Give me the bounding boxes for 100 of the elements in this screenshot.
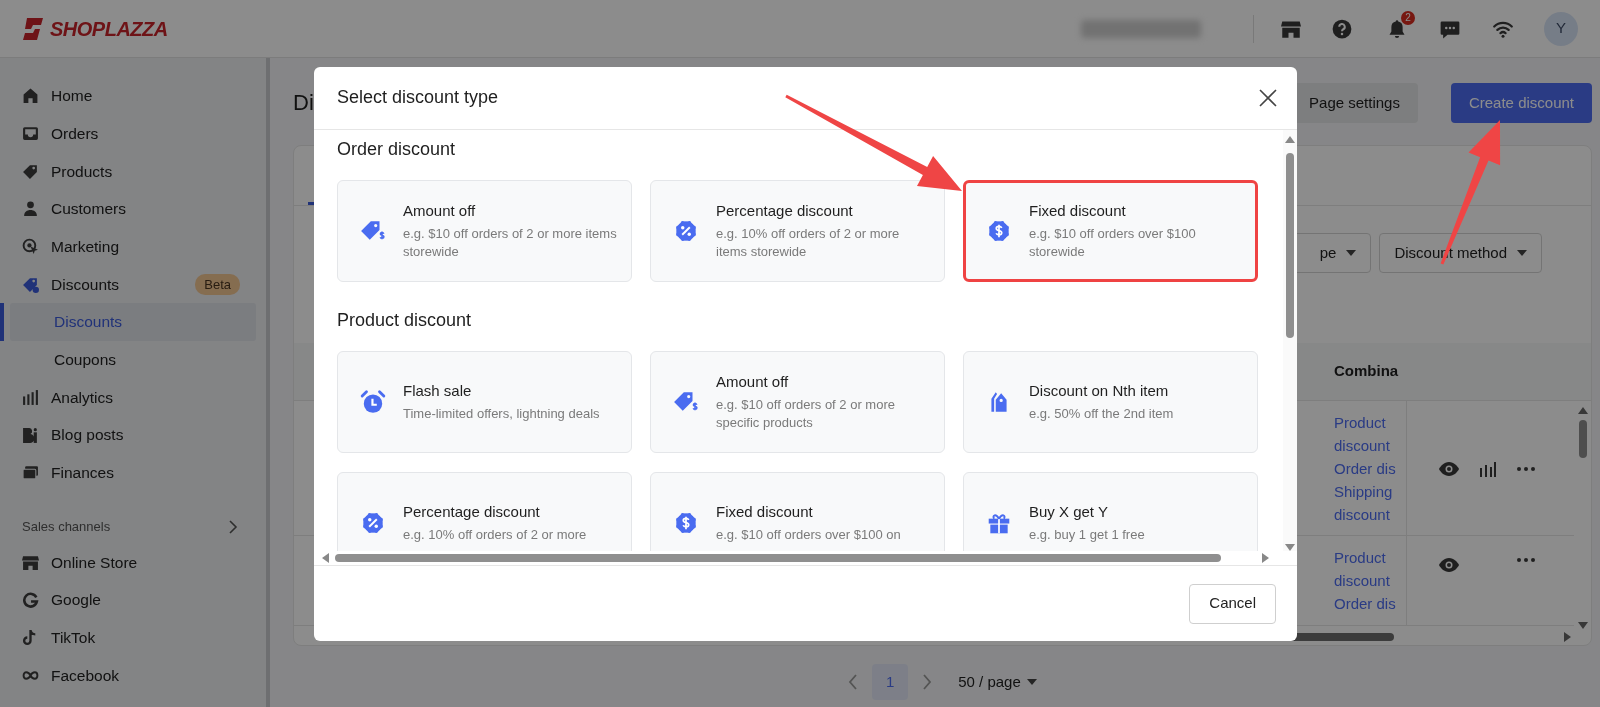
notification-badge: 2 (1401, 10, 1415, 25)
discount-option[interactable]: Discount on Nth item e.g. 50% off the 2nd item (963, 351, 1258, 453)
sidebar-item[interactable]: TikTok (0, 618, 266, 657)
chevron-right-icon[interactable] (228, 519, 238, 534)
option-description: Time-limited offers, lightning deals (403, 405, 601, 423)
option-description: e.g. 50% off the 2nd item (1029, 405, 1175, 423)
close-icon (1259, 89, 1277, 107)
logo-text: SHOPLAZZA (50, 16, 168, 42)
option-title: Flash sale (403, 381, 473, 401)
bell-icon[interactable] (1387, 18, 1407, 39)
tray-icon (22, 125, 39, 143)
bar-chart-icon (22, 388, 39, 406)
combination-link[interactable]: Product (1334, 546, 1406, 569)
target-icon (22, 238, 39, 256)
scroll-down-icon[interactable] (1577, 622, 1588, 629)
option-description: e.g. 10% off orders of 2 or more (403, 526, 588, 544)
section-heading: Product discount (337, 309, 473, 331)
chevron-right-icon[interactable] (922, 674, 933, 690)
wallet-icon (22, 464, 39, 482)
home-icon (22, 87, 39, 105)
chevron-left-icon[interactable] (848, 674, 859, 690)
help-icon[interactable] (1332, 18, 1352, 39)
combination-link[interactable]: Product (1334, 411, 1406, 434)
scroll-down-icon[interactable] (1285, 544, 1295, 551)
discount-option[interactable]: Amount off e.g. $10 off orders of 2 or more specific products (650, 351, 945, 453)
page-size-dropdown[interactable]: 50 / page (958, 670, 1037, 694)
user-avatar[interactable]: Y (1544, 11, 1578, 46)
selection-indicator (0, 303, 4, 341)
option-title: Amount off (716, 372, 790, 392)
option-title: Buy X get Y (1029, 502, 1109, 522)
scroll-left-icon[interactable] (322, 553, 329, 563)
eye-icon[interactable] (1439, 461, 1459, 476)
option-description: e.g. $10 off orders over $100 on (716, 526, 902, 544)
sidebar-item[interactable]: Online Store (0, 543, 266, 582)
combination-link[interactable]: Order dis (1334, 457, 1406, 480)
tag-icon (22, 162, 39, 180)
scrollbar-thumb[interactable] (1578, 420, 1587, 458)
scrollbar-thumb[interactable] (335, 554, 1221, 562)
option-title: Fixed discount (1029, 201, 1127, 221)
page-title: Di (293, 89, 314, 117)
page-number[interactable]: 1 (872, 664, 909, 700)
option-description: e.g. buy 1 get 1 free (1029, 526, 1146, 544)
option-description: e.g. $10 off orders of 2 or more items storewide (403, 225, 618, 261)
sidebar-item[interactable]: Blog posts (0, 416, 266, 454)
sidebar-item[interactable]: Orders (0, 114, 266, 153)
scroll-right-icon[interactable] (1262, 553, 1269, 563)
dialog-title: Select discount type (337, 87, 499, 109)
discount-option[interactable]: Amount off e.g. $10 off orders of 2 or more items storewide (337, 180, 632, 282)
combination-link[interactable]: discount (1334, 503, 1406, 526)
more-icon[interactable] (1517, 558, 1535, 562)
bar-chart-icon[interactable] (1479, 460, 1497, 477)
google-icon (22, 591, 39, 609)
sidebar-item[interactable]: Finances (0, 453, 266, 492)
discount-option[interactable]: Buy X get Y e.g. buy 1 get 1 free (963, 472, 1258, 551)
section-heading: Sales channels (22, 517, 111, 536)
column-header: Combina (1334, 361, 1400, 382)
discount-tag-icon (22, 275, 39, 293)
option-description: e.g. $10 off orders over $100 storewide (1029, 225, 1197, 261)
blog-icon (22, 426, 39, 444)
discount-option[interactable]: Fixed discount e.g. $10 off orders over $100 storewide (963, 180, 1258, 282)
option-description: e.g. $10 off orders of 2 or more specific products (716, 396, 896, 432)
sidebar-item[interactable]: Google (0, 581, 266, 619)
scroll-up-icon[interactable] (1577, 407, 1588, 414)
section-heading: Order discount (337, 138, 457, 160)
sidebar-item[interactable]: Marketing (0, 227, 266, 266)
discount-option[interactable]: Percentage discount e.g. 10% off orders of 2 or more (337, 472, 632, 551)
option-description: e.g. 10% off orders of 2 or more items storewide (716, 225, 901, 261)
caret-down-icon (1517, 250, 1527, 256)
combination-link[interactable]: Shipping (1334, 480, 1406, 503)
scroll-up-icon[interactable] (1285, 136, 1295, 143)
sidebar-item[interactable]: Customers (0, 190, 266, 228)
sidebar-item[interactable]: Facebook (0, 656, 266, 695)
combination-link[interactable]: discount (1334, 434, 1406, 457)
combination-link[interactable]: Order dis (1334, 592, 1406, 615)
alarm-clock-icon (360, 389, 386, 415)
caret-down-icon (1026, 679, 1037, 685)
option-title: Percentage discount (403, 502, 541, 522)
sidebar-item[interactable]: Home (0, 77, 266, 115)
option-title: Fixed discount (716, 502, 814, 522)
beta-badge: Beta (195, 273, 240, 296)
create-button[interactable]: Create discount (1450, 83, 1592, 123)
caret-down-icon (1346, 250, 1357, 256)
option-title: Amount off (403, 201, 477, 221)
scrollbar-thumb[interactable] (1286, 153, 1294, 338)
close-button[interactable] (1259, 89, 1277, 107)
more-icon[interactable] (1517, 466, 1535, 471)
eye-icon[interactable] (1439, 558, 1459, 572)
discount-option[interactable]: Percentage discount e.g. 10% off orders of 2 or more items storewide (650, 180, 945, 282)
sidebar-item[interactable]: Products (0, 152, 266, 191)
cancel-button[interactable]: Cancel (1189, 583, 1276, 624)
option-title: Discount on Nth item (1029, 381, 1170, 401)
combination-link[interactable]: discount (1334, 569, 1406, 592)
discount-option[interactable]: Flash sale Time-limited offers, lightning deals (337, 351, 632, 453)
logo-icon (22, 15, 46, 42)
option-title: Percentage discount (716, 201, 854, 221)
person-icon (22, 200, 39, 218)
discount-option[interactable]: Fixed discount e.g. $10 off orders over $100 on (650, 472, 945, 551)
sidebar-item[interactable]: Analytics (0, 378, 266, 417)
scroll-right-icon[interactable] (1564, 632, 1571, 642)
store-icon (22, 553, 39, 571)
